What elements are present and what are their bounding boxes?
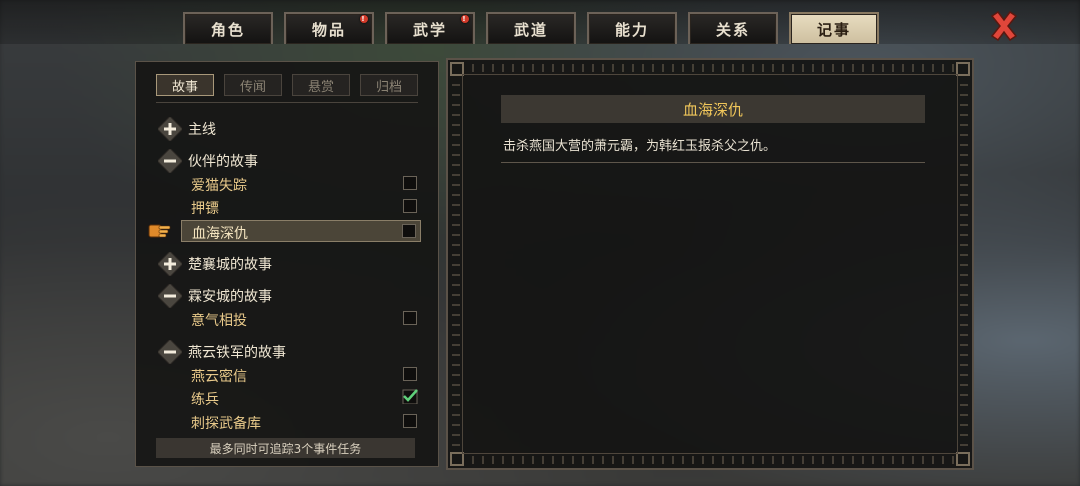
quest-subtabs: 故事 传闻 悬赏 归档 (156, 74, 418, 96)
notification-badge-icon: ! (461, 14, 469, 23)
subtab-bounty[interactable]: 悬赏 (292, 74, 350, 96)
tab-label: 武道 (513, 20, 548, 39)
subtab-rumor[interactable]: 传闻 (224, 74, 282, 96)
group-label: 燕云铁军的故事 (188, 345, 286, 361)
group-main-line[interactable]: 主线 (158, 117, 216, 141)
divider (501, 162, 925, 163)
track-checkbox[interactable] (403, 176, 417, 190)
tab-label: 记事 (816, 20, 851, 39)
group-label: 霖安城的故事 (188, 289, 272, 305)
quest-label: 练兵 (191, 392, 219, 408)
corner-ornament (956, 62, 970, 76)
track-checkbox-checked[interactable] (402, 389, 418, 404)
quest-list-panel: 故事 传闻 悬赏 归档 主线 伙伴的故事 爱猫失踪 押镖 血海深仇 楚襄城的故事… (135, 61, 439, 467)
border-ornament (960, 74, 968, 454)
subtab-archive[interactable]: 归档 (360, 74, 418, 96)
plus-icon (158, 252, 182, 276)
quest-label: 押镖 (191, 201, 219, 217)
quest-label: 刺探武备库 (191, 416, 261, 432)
corner-ornament (956, 452, 970, 466)
divider (156, 102, 418, 103)
group-companion[interactable]: 伙伴的故事 (158, 149, 258, 173)
tab-label: 角色 (210, 20, 245, 39)
subtab-label: 故事 (171, 79, 198, 95)
close-button[interactable] (988, 10, 1020, 42)
track-checkbox[interactable] (403, 414, 417, 428)
quest-detail-panel: 血海深仇 击杀燕国大营的萧元霸，为韩红玉报杀父之仇。 (446, 58, 974, 470)
tab-character[interactable]: 角色 (183, 12, 273, 44)
group-label: 伙伴的故事 (188, 154, 258, 170)
quest-item[interactable]: 燕云密信 (181, 364, 421, 386)
group-label: 主线 (188, 122, 216, 138)
quest-label: 血海深仇 (192, 226, 248, 242)
plus-icon (158, 117, 182, 141)
tab-label: 物品 (311, 20, 346, 39)
minus-icon (158, 340, 182, 364)
tab-journal[interactable]: 记事 (789, 12, 879, 44)
tracking-limit-note: 最多同时可追踪3个事件任务 (156, 438, 415, 458)
corner-ornament (450, 452, 464, 466)
group-label: 楚襄城的故事 (188, 257, 272, 273)
quest-item[interactable]: 练兵 (181, 387, 421, 409)
tab-martial-arts[interactable]: 武学! (385, 12, 475, 44)
quest-item[interactable]: 刺探武备库 (181, 411, 421, 433)
check-icon (402, 389, 418, 404)
tab-relations[interactable]: 关系 (688, 12, 778, 44)
quest-item[interactable]: 押镖 (181, 196, 421, 218)
tab-label: 武学 (412, 20, 447, 39)
border-ornament (462, 456, 958, 464)
tab-martial-way[interactable]: 武道 (486, 12, 576, 44)
track-checkbox[interactable] (403, 311, 417, 325)
quest-title: 血海深仇 (501, 95, 925, 123)
border-ornament (452, 74, 460, 454)
quest-item[interactable]: 意气相投 (181, 308, 421, 330)
quest-label: 爱猫失踪 (191, 178, 247, 194)
subtab-label: 悬赏 (307, 79, 334, 95)
tab-label: 能力 (614, 20, 649, 39)
subtab-label: 归档 (375, 79, 402, 95)
tab-items[interactable]: 物品! (284, 12, 374, 44)
group-yanyun[interactable]: 燕云铁军的故事 (158, 340, 286, 364)
group-chuxiang[interactable]: 楚襄城的故事 (158, 252, 272, 276)
pointer-hand-icon (146, 221, 172, 241)
detail-content: 血海深仇 击杀燕国大营的萧元霸，为韩红玉报杀父之仇。 (462, 74, 958, 454)
tab-label: 关系 (715, 20, 750, 39)
subtab-label: 传闻 (239, 79, 266, 95)
quest-label: 意气相投 (191, 313, 247, 329)
tab-ability[interactable]: 能力 (587, 12, 677, 44)
track-checkbox[interactable] (403, 199, 417, 213)
quest-item[interactable]: 爱猫失踪 (181, 173, 421, 195)
group-lin-an[interactable]: 霖安城的故事 (158, 284, 272, 308)
main-tab-bar: 角色 物品! 武学! 武道 能力 关系 记事 (183, 12, 879, 44)
subtab-story[interactable]: 故事 (156, 74, 214, 96)
track-checkbox[interactable] (403, 367, 417, 381)
quest-label: 燕云密信 (191, 369, 247, 385)
minus-icon (158, 284, 182, 308)
minus-icon (158, 149, 182, 173)
border-ornament (462, 64, 958, 72)
notification-badge-icon: ! (360, 14, 368, 23)
quest-description: 击杀燕国大营的萧元霸，为韩红玉报杀父之仇。 (503, 139, 777, 154)
track-checkbox[interactable] (402, 224, 416, 238)
close-icon (990, 10, 1018, 42)
quest-item-selected[interactable]: 血海深仇 (181, 220, 421, 242)
